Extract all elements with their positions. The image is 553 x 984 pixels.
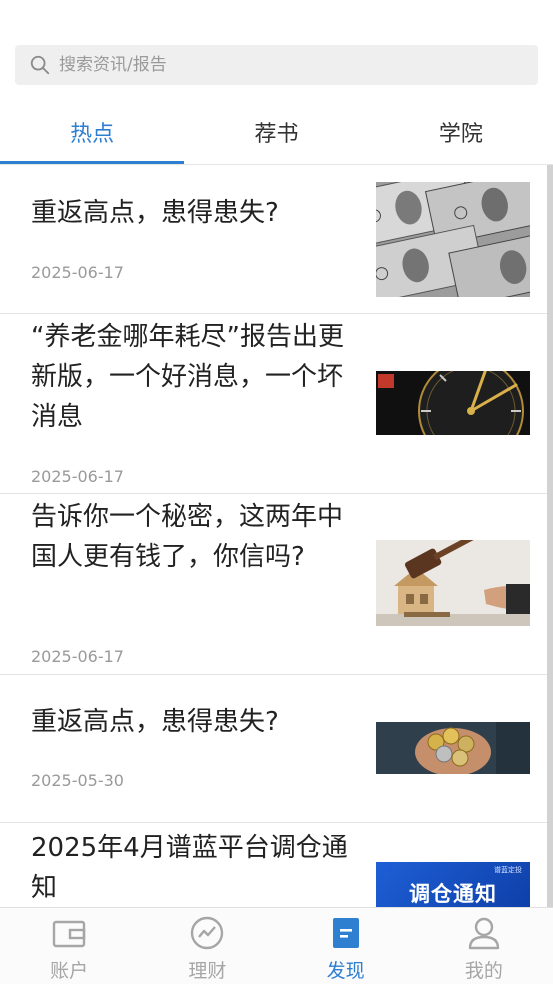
article-date: 2025-06-17 xyxy=(31,647,124,666)
article-title: 告诉你一个秘密，这两年中国人更有钱了，你信吗? xyxy=(31,502,344,572)
user-profile-icon xyxy=(467,916,501,950)
feed-scrollbar[interactable] xyxy=(547,165,553,907)
article-item[interactable]: “养老金哪年耗尽”报告出更新版，一个好消息，一个坏消息 2025-06-17 xyxy=(0,314,547,494)
rebalance-notice-image: 谱蓝定投 调仓通知 xyxy=(376,862,530,907)
article-title: “养老金哪年耗尽”报告出更新版，一个好消息，一个坏消息 xyxy=(31,322,344,432)
article-item[interactable]: 2025年4月谱蓝平台调仓通知 谱蓝定投 调仓通知 xyxy=(0,823,547,907)
nav-label: 发现 xyxy=(326,960,365,982)
nav-wealth[interactable]: 理财 xyxy=(138,908,276,984)
category-tabs: 热点 荐书 学院 xyxy=(0,100,553,164)
nav-me[interactable]: 我的 xyxy=(415,908,553,984)
article-feed[interactable]: 重返高点，患得患失? 2025-06-17 “养老金哪年耗尽”报告出更新版，一个… xyxy=(0,165,553,907)
article-title: 重返高点，患得患失? xyxy=(31,198,279,228)
nav-label: 账户 xyxy=(50,960,89,982)
article-title: 重返高点，患得患失? xyxy=(31,707,279,737)
deadline-clock-image xyxy=(376,371,530,435)
search-icon xyxy=(29,54,51,76)
discover-document-icon xyxy=(329,916,363,950)
article-date: 2025-06-17 xyxy=(31,467,124,486)
dollar-bills-image xyxy=(376,182,530,297)
thumbnail-text: 调仓通知 xyxy=(409,882,497,906)
article-title: 2025年4月谱蓝平台调仓通知 xyxy=(31,833,348,903)
nav-discover[interactable]: 发现 xyxy=(277,908,415,984)
article-item[interactable]: 重返高点，患得患失? 2025-06-17 xyxy=(0,165,547,314)
nav-label: 理财 xyxy=(188,960,227,982)
bottom-navigation: 账户 理财 发现 我的 xyxy=(0,907,553,984)
article-item[interactable]: 告诉你一个秘密，这两年中国人更有钱了，你信吗? 2025-06-17 xyxy=(0,494,547,675)
nav-account[interactable]: 账户 xyxy=(0,908,138,984)
article-date: 2025-05-30 xyxy=(31,771,124,790)
auction-gavel-house-image xyxy=(376,540,530,626)
search-input[interactable] xyxy=(57,54,497,76)
thumbnail-small-text: 谱蓝定投 xyxy=(494,866,522,874)
discover-page: 热点 荐书 学院 重返高点，患得患失? 2025-06-17 xyxy=(0,0,553,984)
coins-in-hands-image xyxy=(376,722,530,774)
article-item[interactable]: 重返高点，患得患失? 2025-05-30 xyxy=(0,675,547,823)
nav-label: 我的 xyxy=(464,960,503,982)
tab-academy[interactable]: 学院 xyxy=(369,100,553,164)
search-bar[interactable] xyxy=(15,45,538,85)
trend-chart-icon xyxy=(190,916,224,950)
tab-hot[interactable]: 热点 xyxy=(0,100,185,164)
tab-books[interactable]: 荐书 xyxy=(184,100,368,164)
wallet-icon xyxy=(52,916,86,950)
article-date: 2025-06-17 xyxy=(31,263,124,282)
